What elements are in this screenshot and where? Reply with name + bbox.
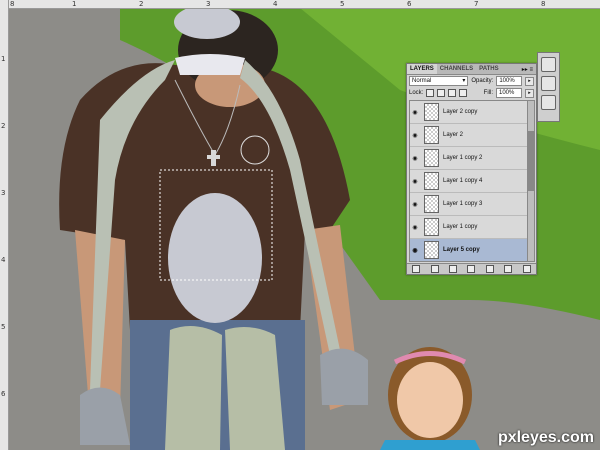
blend-mode-select[interactable]: Normal ▾ [409, 76, 469, 86]
spoon-collar [175, 54, 245, 75]
layer-thumbnail [424, 172, 439, 190]
layer-row[interactable]: ◉ Layer 1 copy 3 [410, 193, 527, 216]
tab-channels[interactable]: CHANNELS [437, 64, 476, 74]
spoon-top [174, 5, 240, 39]
layer-name: Layer 1 copy [443, 224, 478, 230]
fill-input[interactable]: 100% [496, 88, 522, 98]
layer-row[interactable]: ◉ Layer 1 copy 4 [410, 170, 527, 193]
layer-row[interactable]: ◉ Layer 1 copy [410, 216, 527, 239]
tab-paths[interactable]: PATHS [476, 64, 501, 74]
new-group-icon[interactable] [485, 265, 494, 273]
transform-panel-icon[interactable] [541, 95, 556, 110]
spoon-handle-bottom-left [165, 326, 222, 450]
ruler-left-label: 3 [1, 189, 6, 197]
new-layer-icon[interactable] [504, 265, 513, 273]
ruler-left-label: 2 [1, 122, 6, 130]
ruler-top-label: 6 [407, 0, 412, 8]
ruler-top-label: 5 [340, 0, 345, 8]
layer-name: Layer 5 copy [443, 247, 480, 253]
fill-slider-arrow-icon[interactable]: ▸ [525, 88, 534, 98]
layer-style-icon[interactable] [430, 265, 439, 273]
layer-name: Layer 1 copy 2 [443, 155, 483, 161]
lock-transparent-icon[interactable] [426, 89, 435, 97]
spoon-bowl-center [168, 193, 262, 323]
vertical-ruler[interactable] [0, 0, 9, 450]
cross-pendant-bar [207, 155, 220, 159]
lock-position-icon[interactable] [448, 89, 457, 97]
opacity-input[interactable]: 100% [496, 76, 523, 86]
adjustment-layer-icon[interactable] [467, 265, 476, 273]
trash-icon[interactable] [522, 265, 531, 273]
layers-list[interactable]: ◉ Layer 2 copy ◉ Layer 2 ◉ Layer 1 copy … [409, 100, 528, 262]
eye-icon[interactable]: ◉ [410, 201, 420, 208]
ruler-top-label: 2 [139, 0, 144, 8]
layer-name: Layer 2 copy [443, 109, 478, 115]
blend-mode-value: Normal [412, 78, 432, 84]
panel-dock [537, 52, 560, 122]
opacity-slider-arrow-icon[interactable]: ▸ [525, 76, 534, 86]
eye-icon[interactable]: ◉ [410, 224, 420, 231]
color-panel-icon[interactable] [541, 57, 556, 72]
eye-icon[interactable]: ◉ [410, 109, 420, 116]
ruler-top-label: 8 [541, 0, 546, 8]
layer-thumbnail [424, 149, 439, 167]
opacity-value: 100% [499, 78, 515, 84]
chevron-down-icon: ▾ [462, 78, 466, 84]
layer-name: Layer 1 copy 4 [443, 178, 483, 184]
layer-thumbnail [424, 126, 439, 144]
layer-row[interactable]: ◉ Layer 2 [410, 124, 527, 147]
lock-label: Lock: [409, 90, 424, 96]
layer-row[interactable]: ◉ Layer 1 copy 2 [410, 147, 527, 170]
eye-icon[interactable]: ◉ [410, 178, 420, 185]
layer-name: Layer 2 [443, 132, 464, 138]
panel-bottom-toolbar [407, 263, 536, 274]
panel-tabs: LAYERS CHANNELS PATHS ▸▸ ≡ [407, 64, 536, 75]
scrollbar-thumb[interactable] [528, 131, 534, 191]
opacity-label: Opacity: [471, 78, 494, 84]
ruler-left-label: 5 [1, 323, 6, 331]
eye-icon[interactable]: ◉ [410, 132, 420, 139]
ruler-top-label: 3 [206, 0, 211, 8]
ruler-top-label: 1 [72, 0, 77, 8]
ruler-left-label: 6 [1, 390, 6, 398]
lock-row: Lock: Fill: 100% ▸ [407, 87, 536, 99]
layer-thumbnail [424, 103, 439, 121]
panel-menu-icon[interactable]: ▸▸ ≡ [519, 66, 536, 73]
layer-thumbnail [424, 241, 439, 259]
girl-face [397, 362, 463, 438]
layers-scrollbar[interactable] [527, 100, 535, 262]
fill-value: 100% [499, 90, 515, 96]
tab-layers[interactable]: LAYERS [407, 64, 437, 74]
eye-icon[interactable]: ◉ [410, 247, 420, 254]
link-layers-icon[interactable] [412, 265, 421, 273]
ruler-left-label: 4 [1, 256, 6, 264]
eye-icon[interactable]: ◉ [410, 155, 420, 162]
horizontal-ruler[interactable] [0, 0, 600, 9]
fork-right [320, 348, 368, 405]
layers-panel: LAYERS CHANNELS PATHS ▸▸ ≡ Normal ▾ Opac… [406, 63, 537, 275]
ruler-top-label: 4 [273, 0, 278, 8]
layer-name: Layer 1 copy 3 [443, 201, 483, 207]
ruler-left-label: 1 [1, 55, 6, 63]
layer-mask-icon[interactable] [449, 265, 458, 273]
layer-thumbnail [424, 218, 439, 236]
ruler-top-label: 7 [474, 0, 479, 8]
fill-label: Fill: [483, 90, 493, 96]
lock-all-icon[interactable] [459, 89, 468, 97]
layer-row[interactable]: ◉ Layer 2 copy [410, 101, 527, 124]
girl-shirt [380, 440, 480, 450]
lock-image-icon[interactable] [437, 89, 446, 97]
layer-thumbnail [424, 195, 439, 213]
ruler-top-label: 8 [10, 0, 15, 8]
watermark: pxleyes.com [497, 429, 594, 446]
swatches-panel-icon[interactable] [541, 76, 556, 91]
blend-row: Normal ▾ Opacity: 100% ▸ [407, 75, 536, 87]
layer-row-selected[interactable]: ◉ Layer 5 copy [410, 239, 527, 261]
